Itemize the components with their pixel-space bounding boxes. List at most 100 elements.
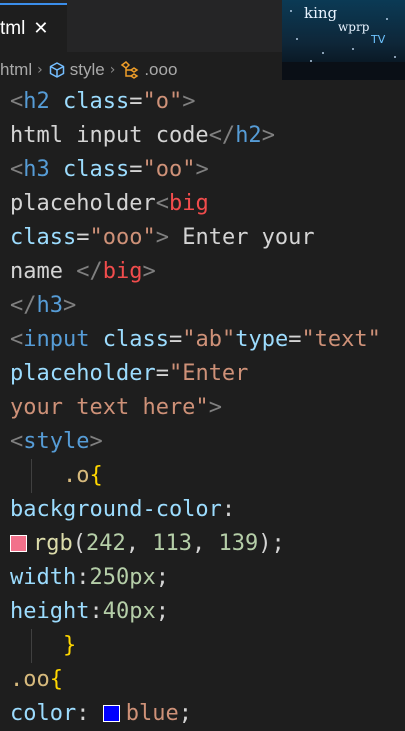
token: placeholder [10, 361, 156, 386]
token: "Enter [168, 361, 249, 386]
code-line-16: height:40px; [0, 595, 405, 629]
watermark-ground [282, 62, 405, 80]
code-line-17: } [0, 629, 405, 663]
breadcrumb-item-html[interactable]: html [0, 60, 32, 80]
token: < [10, 429, 24, 454]
token: < [155, 191, 169, 216]
token: < [10, 327, 24, 352]
watermark-text-wprp: wprp [338, 20, 370, 34]
token: big [102, 259, 143, 284]
token: > [208, 395, 222, 420]
breadcrumb-item-ooo[interactable]: .ooo [144, 60, 177, 80]
token: ; [155, 565, 169, 590]
editor-tab-html[interactable]: tml ✕ [0, 3, 67, 52]
token: "oo" [142, 157, 196, 182]
tab-label: tml [0, 17, 26, 39]
color-swatch-pink[interactable] [10, 535, 27, 552]
chevron-right-icon: › [37, 62, 43, 78]
token: big [168, 191, 209, 216]
channel-watermark: king wprp TV [282, 0, 405, 80]
star-dot [386, 18, 388, 20]
token: style [23, 429, 90, 454]
token: your text here" [10, 395, 209, 420]
indent-guide [31, 629, 32, 663]
token: class [49, 157, 130, 182]
code-line-11: <style> [0, 425, 405, 459]
token: > [155, 225, 169, 250]
token: = [76, 225, 90, 250]
token: rgb [33, 531, 73, 556]
token: ; [155, 599, 169, 624]
token: } [62, 633, 77, 658]
token: < [10, 157, 24, 182]
token: , [125, 531, 153, 556]
token: "ab" [182, 327, 236, 352]
code-line-15: width:250px; [0, 561, 405, 595]
token: background-color [10, 497, 222, 522]
code-line-19: color: blue; [0, 697, 405, 731]
token: > [89, 429, 103, 454]
token: : [89, 599, 103, 624]
token: class [89, 327, 169, 352]
chevron-right-icon: › [109, 62, 116, 78]
token: </ [10, 293, 37, 318]
token: name [10, 259, 77, 284]
token: > [63, 293, 77, 318]
watermark-text-king: king [304, 4, 338, 22]
token: placeholder [10, 191, 156, 216]
token: 139 [218, 531, 259, 556]
breadcrumb-item-style[interactable]: style [70, 60, 105, 80]
token: = [288, 327, 302, 352]
token: = [129, 157, 143, 182]
token: { [49, 667, 63, 692]
code-line-5: class="ooo"> Enter your [0, 221, 405, 255]
token: ) [258, 531, 272, 556]
star-dot [296, 38, 298, 40]
code-line-8: <input class="ab"type="text" [0, 323, 405, 357]
token: ; [178, 701, 192, 726]
code-line-7: </h3> [0, 289, 405, 323]
cube-icon [49, 62, 64, 78]
token: 113 [152, 531, 192, 556]
star-dot [322, 52, 324, 54]
token: < [10, 89, 24, 114]
token: ; [271, 531, 285, 556]
token: 242 [86, 531, 126, 556]
code-line-1: <h2 class="o"> [0, 85, 405, 119]
token: blue [125, 701, 179, 726]
code-line-10: your text here"> [0, 391, 405, 425]
watermark-text-tv: TV [371, 33, 386, 46]
code-line-6: name </big> [0, 255, 405, 289]
token: : [76, 565, 90, 590]
token: "ooo" [89, 225, 156, 250]
token: class [10, 225, 77, 250]
code-editor[interactable]: <h2 class="o"> html input code</h2> <h3 … [0, 85, 405, 731]
token: </ [208, 123, 236, 148]
token: = [129, 89, 143, 114]
token: </ [76, 259, 103, 284]
token: 250px [89, 565, 156, 590]
token: > [142, 259, 156, 284]
token: h3 [23, 157, 50, 182]
star-dot [352, 48, 354, 50]
breadcrumb: html › style › .ooo [0, 56, 177, 84]
star-dot [290, 10, 292, 12]
token: ( [72, 531, 86, 556]
token: Enter your [168, 225, 315, 250]
token: : [221, 497, 236, 522]
token: height [10, 599, 90, 624]
token: > [195, 157, 209, 182]
token: = [155, 361, 169, 386]
close-icon[interactable]: ✕ [33, 18, 48, 39]
star-dot [394, 56, 396, 58]
token: : [76, 701, 103, 726]
token: > [182, 89, 196, 114]
code-line-12: .o{ [0, 459, 405, 493]
token: h2 [235, 123, 262, 148]
color-swatch-blue[interactable] [102, 705, 120, 722]
symbol-class-icon [121, 61, 139, 79]
code-line-18: .oo{ [0, 663, 405, 697]
token: .oo [10, 667, 50, 692]
